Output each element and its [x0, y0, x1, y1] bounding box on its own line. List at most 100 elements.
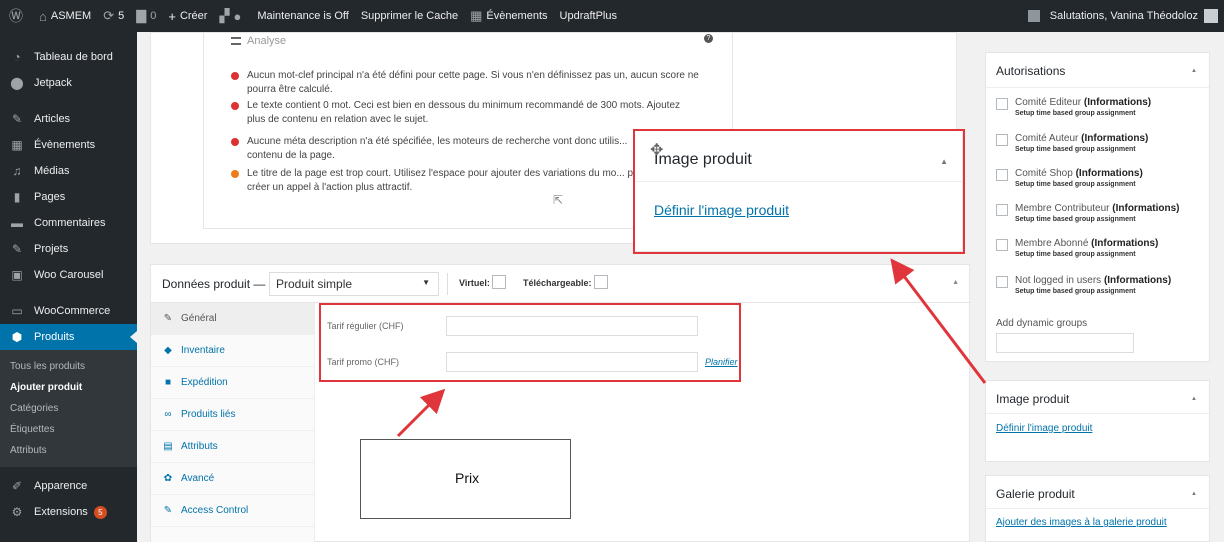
comment-icon: ▇: [136, 8, 147, 23]
gear-icon: ✿: [163, 473, 173, 484]
tab-general[interactable]: ✎ Général: [151, 303, 314, 335]
home-icon: ⌂: [39, 8, 47, 24]
sidebar-item-products[interactable]: ⬢ Produits: [0, 324, 137, 350]
sidebar-item-projects[interactable]: ✎ Projets: [0, 236, 137, 262]
wordpress-logo-icon[interactable]: Ⓦ: [0, 0, 33, 32]
admin-sidebar: ◔ Tableau de bord ⬤ Jetpack ✎ Articles ▦ Évè…: [0, 32, 137, 542]
updraft-link[interactable]: UpdraftPlus: [554, 0, 623, 32]
seo-analysis-heading[interactable]: Analyse: [231, 35, 286, 47]
sidebar-item-media[interactable]: ♫ Médias: [0, 158, 137, 184]
collapse-toggle-icon[interactable]: ▲: [1191, 396, 1197, 402]
add-gallery-images-link[interactable]: Ajouter des images à la galerie produit: [996, 517, 1167, 528]
clear-cache-link[interactable]: Supprimer le Cache: [355, 0, 464, 32]
list-icon: [231, 37, 241, 46]
wrench-icon: ✎: [163, 313, 173, 324]
orange-bullet-icon: [231, 170, 239, 178]
authorisations-box: Autorisations ▲ Comité Editeur (Informat…: [985, 52, 1210, 362]
dynamic-groups-label: Add dynamic groups: [996, 318, 1088, 329]
yoast-icon: ▞: [219, 8, 230, 23]
collapse-toggle-icon[interactable]: ▲: [952, 279, 959, 286]
divider: [447, 273, 448, 295]
sidebar-item-articles[interactable]: ✎ Articles: [0, 106, 137, 132]
seo-result-item: Aucun mot-clef principal n'a été défini …: [231, 69, 701, 97]
group-checkbox[interactable]: [996, 204, 1008, 216]
plus-icon: +: [168, 8, 176, 24]
tab-advanced[interactable]: ✿ Avancé: [151, 463, 314, 495]
group-checkbox[interactable]: [996, 169, 1008, 181]
product-gallery-box: Galerie produit ▲ Ajouter des images à l…: [985, 475, 1210, 542]
maintenance-link[interactable]: Maintenance is Off: [251, 0, 355, 32]
group-checkbox[interactable]: [996, 134, 1008, 146]
updates-link[interactable]: ⟳ 5: [97, 0, 130, 32]
update-badge: 5: [93, 505, 107, 519]
product-image-box: Image produit ▲ Définir l'image produit: [985, 380, 1210, 462]
tab-shipping[interactable]: ■ Expédition: [151, 367, 314, 399]
brush-icon: ✐: [11, 479, 23, 493]
calendar-icon: ▦: [470, 8, 483, 23]
pin-icon: ✎: [11, 112, 23, 126]
plugin-icon: ⚙: [11, 505, 23, 519]
product-type-select[interactable]: Produit simple ▼: [269, 272, 439, 296]
virtual-label: Virtuel:: [459, 278, 490, 288]
highlight-rectangle: [633, 129, 965, 254]
sidebar-item-woo-carousel[interactable]: ▣ Woo Carousel: [0, 262, 137, 288]
tab-attributes[interactable]: ▤ Attributs: [151, 431, 314, 463]
products-submenu: Tous les produits Ajouter produit Catégo…: [0, 350, 137, 467]
submenu-attributes[interactable]: Attributs: [0, 440, 137, 461]
site-name-link[interactable]: ⌂ ASMEM: [33, 0, 97, 32]
sidebar-item-comments[interactable]: ▬ Commentaires: [0, 210, 137, 236]
downloadable-checkbox[interactable]: [594, 275, 608, 289]
admin-bar: Ⓦ ⌂ ASMEM ⟳ 5 ▇ 0 + Créer ▞ ● Maintenance is …: [0, 0, 1224, 32]
sidebar-item-dashboard[interactable]: ◔ Tableau de bord: [0, 44, 137, 70]
group-checkbox[interactable]: [996, 98, 1008, 110]
sidebar-item-extensions[interactable]: ⚙ Extensions 5: [0, 499, 137, 525]
notification-icon[interactable]: [1027, 10, 1040, 22]
dashboard-icon: ◔: [13, 50, 21, 64]
group-checkbox[interactable]: [996, 276, 1008, 288]
sidebar-item-woocommerce[interactable]: ▭ WooCommerce: [0, 298, 137, 324]
help-icon[interactable]: ?: [704, 34, 713, 43]
divider: [986, 87, 1209, 88]
seo-result-item: Le texte contient 0 mot. Ceci est bien e…: [231, 99, 701, 127]
events-link[interactable]: ▦ Évènements: [464, 0, 553, 32]
mouse-cursor-icon: ⇱: [553, 193, 564, 207]
tab-inventory[interactable]: ◆ Inventaire: [151, 335, 314, 367]
sidebar-item-events[interactable]: ▦ Évènements: [0, 132, 137, 158]
sidebar-item-appearance[interactable]: ✐ Apparence: [0, 473, 137, 499]
tag-icon: ◆: [164, 345, 172, 356]
status-dot-icon: ●: [233, 8, 242, 24]
avatar[interactable]: [1204, 9, 1218, 23]
yoast-link[interactable]: ▞ ●: [213, 0, 251, 32]
submenu-add-product[interactable]: Ajouter produit: [0, 377, 137, 398]
media-icon: ♫: [12, 164, 22, 178]
carousel-icon: ▣: [11, 268, 23, 282]
submenu-categories[interactable]: Catégories: [0, 398, 137, 419]
divider: [986, 413, 1209, 414]
tab-linked-products[interactable]: ∞ Produits liés: [151, 399, 314, 431]
dynamic-groups-input[interactable]: [996, 333, 1134, 353]
refresh-icon: ⟳: [103, 8, 115, 23]
chevron-down-icon: ▼: [422, 278, 430, 287]
product-image-title: Image produit: [996, 392, 1070, 406]
group-checkbox[interactable]: [996, 239, 1008, 251]
collapse-toggle-icon[interactable]: ▲: [1191, 68, 1197, 74]
authorisations-title: Autorisations: [996, 64, 1066, 78]
collapse-toggle-icon[interactable]: ▲: [1191, 491, 1197, 497]
table-icon: ▤: [163, 441, 173, 452]
submenu-tags[interactable]: Étiquettes: [0, 419, 137, 440]
sidebar-item-jetpack[interactable]: ⬤ Jetpack: [0, 70, 137, 96]
downloadable-label: Téléchargeable:: [523, 278, 592, 288]
product-gallery-title: Galerie produit: [996, 487, 1075, 501]
wrench-icon: ✎: [163, 505, 173, 516]
comments-link[interactable]: ▇ 0: [130, 0, 162, 32]
page-icon: ▮: [13, 190, 21, 204]
product-data-title: Données produit —: [162, 277, 266, 291]
tab-access-control[interactable]: ✎ Access Control: [151, 495, 314, 527]
sidebar-item-pages[interactable]: ▮ Pages: [0, 184, 137, 210]
new-content-link[interactable]: + Créer: [162, 0, 213, 32]
virtual-checkbox[interactable]: [492, 275, 506, 289]
link-icon: ∞: [164, 409, 172, 420]
user-greeting[interactable]: Salutations, Vanina Théodoloz: [1050, 10, 1198, 22]
set-product-image-link[interactable]: Définir l'image produit: [996, 423, 1092, 434]
submenu-all-products[interactable]: Tous les produits: [0, 356, 137, 377]
